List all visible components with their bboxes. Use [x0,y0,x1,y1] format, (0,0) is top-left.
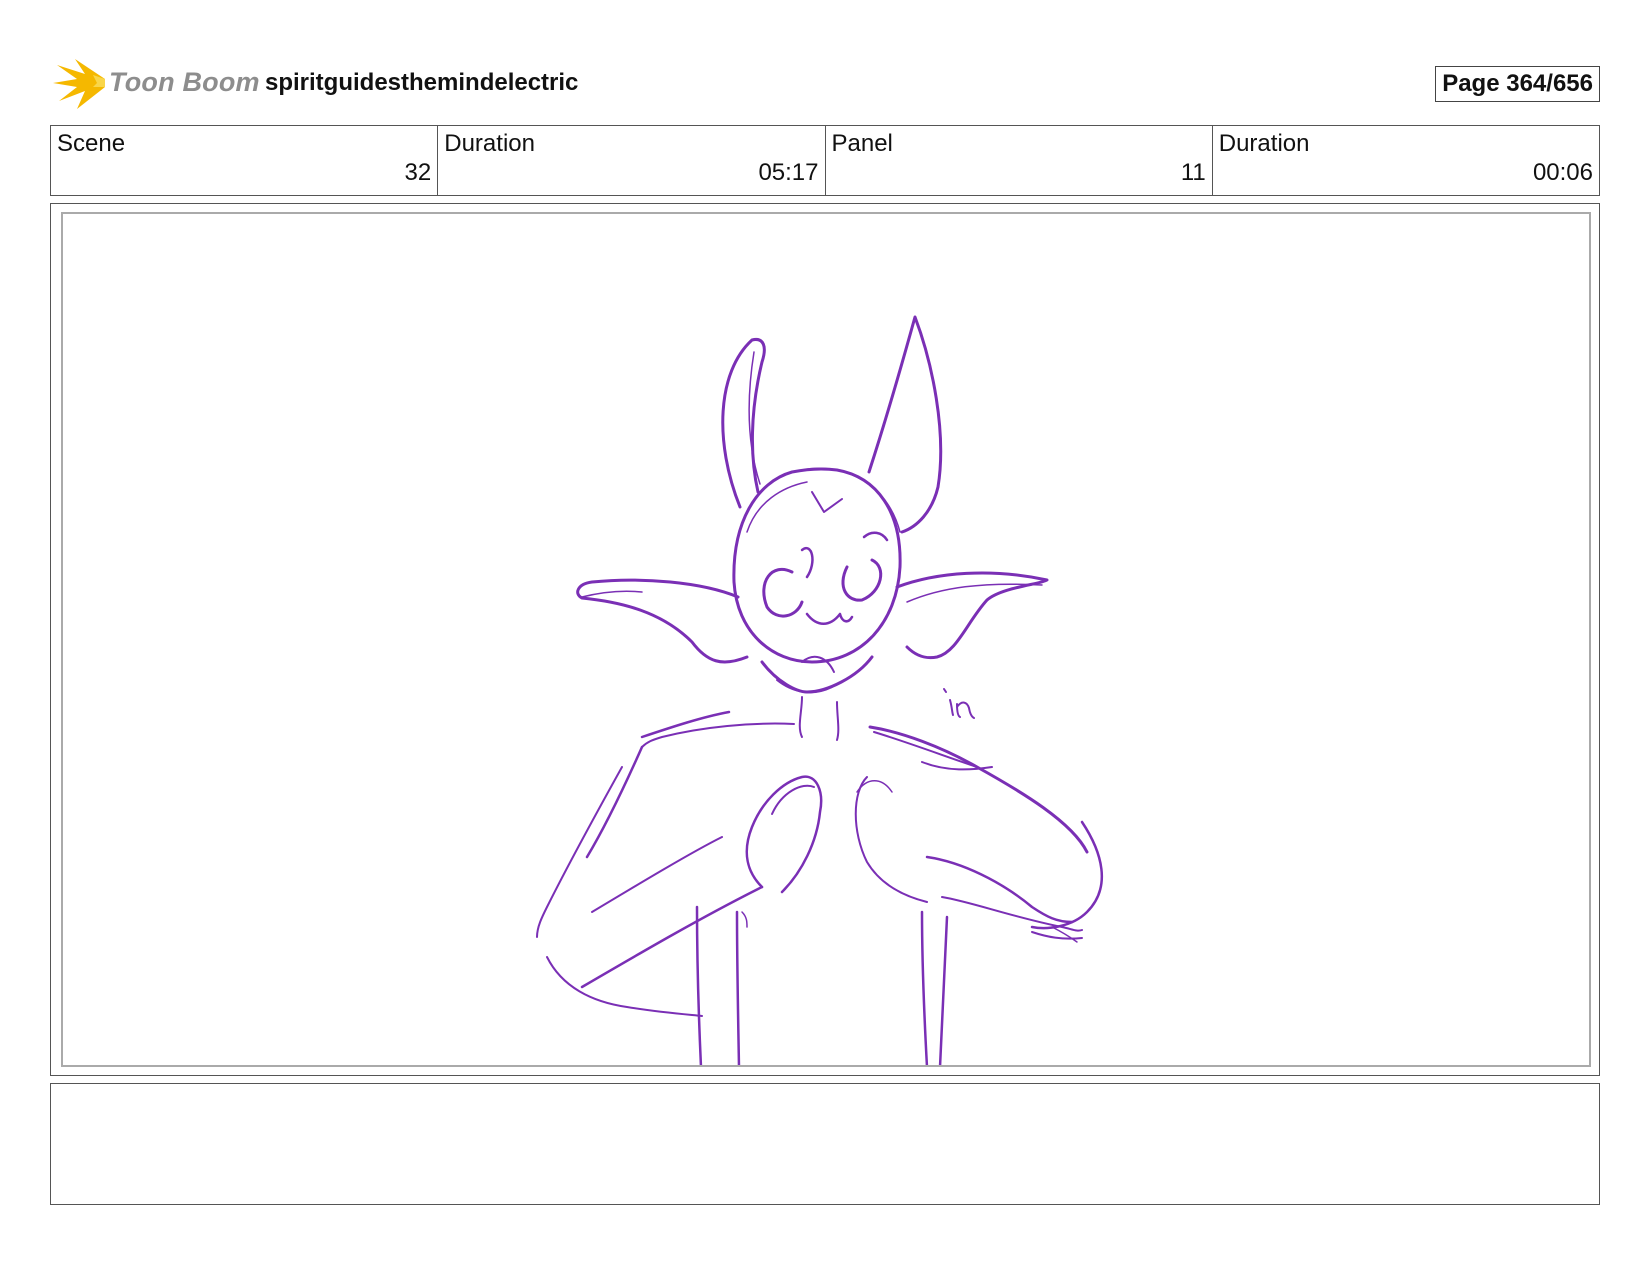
page-number: Page 364/656 [1435,66,1600,102]
scene-cell: Scene 32 [51,126,439,195]
scene-info-table: Scene 32 Duration 05:17 Panel 11 Duratio… [50,125,1600,196]
character-sketch [536,315,1103,1065]
toon-boom-logo: Toon Boom [53,57,268,111]
panel-duration-cell: Duration 00:06 [1213,126,1599,195]
project-title: spiritguidesthemindelectric [265,69,579,96]
scene-label: Scene [57,130,126,157]
panel-drawing-area [61,212,1591,1067]
panel-duration-label: Duration [1218,130,1310,157]
scene-duration-value: 05:17 [758,159,819,186]
panel-cell: Panel 11 [826,126,1213,195]
scene-duration-label: Duration [444,130,535,157]
starburst-icon [53,59,105,109]
panel-label: Panel [831,130,893,157]
panel-duration-value: 00:06 [1532,159,1593,186]
scene-duration-cell: Duration 05:17 [438,126,826,195]
panel-value: 11 [1180,159,1206,186]
storyboard-header: Toon Boom spiritguidesthemindelectric Pa… [50,55,1600,115]
logo-text: Toon Boom [109,67,260,97]
panel-notes-box [50,1083,1600,1205]
scene-value: 32 [404,159,432,186]
